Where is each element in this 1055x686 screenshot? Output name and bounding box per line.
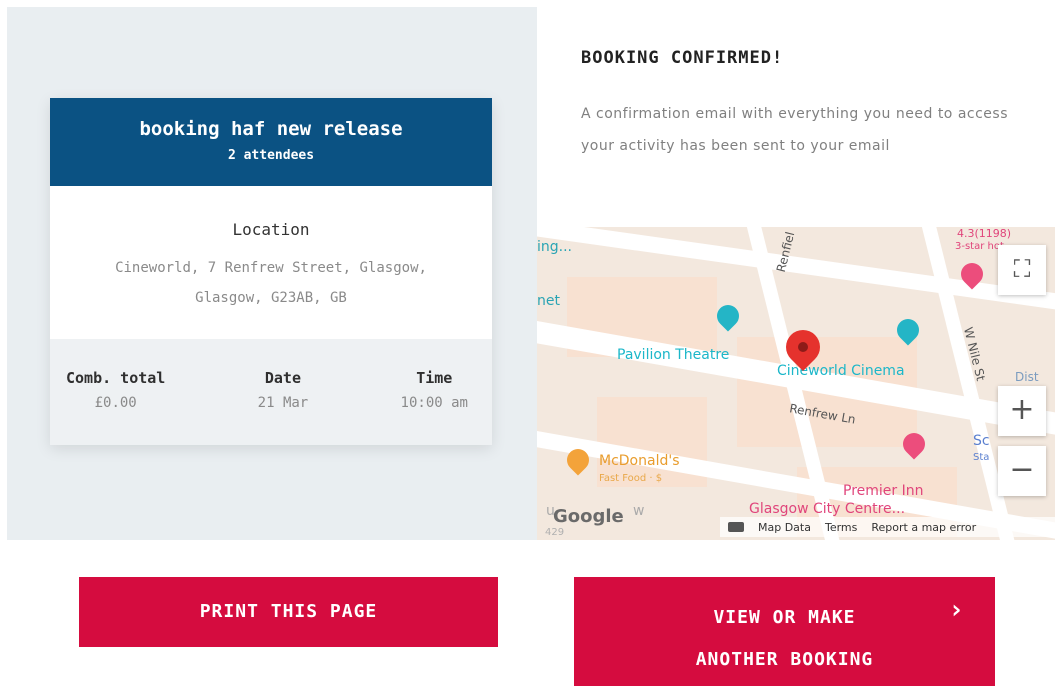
map-label-edge: Sta — [973, 452, 990, 463]
map-label-edge: 429 — [545, 527, 565, 538]
chevron-right-icon: › — [948, 595, 965, 625]
view-button-label: VIEW OR MAKE ANOTHER BOOKING — [574, 597, 995, 681]
terms-link[interactable]: Terms — [825, 521, 857, 534]
google-logo[interactable]: Google — [553, 506, 624, 527]
map-footer: Map Data Terms Report a map error — [720, 517, 1055, 537]
report-error-link[interactable]: Report a map error — [871, 521, 976, 534]
detail-date: Date 21 Mar — [258, 339, 309, 445]
map-data-link[interactable]: Map Data — [758, 521, 811, 534]
booking-details-row: Comb. total £0.00 Date 21 Mar Time 10:00… — [50, 339, 492, 445]
fullscreen-icon[interactable]: ⛶ — [998, 245, 1046, 295]
print-page-button[interactable]: PRINT THIS PAGE — [79, 577, 498, 647]
time-value: 10:00 am — [400, 395, 468, 411]
detail-total: Comb. total £0.00 — [66, 339, 165, 445]
attendees-count: 2 attendees — [227, 148, 315, 163]
poi-sub-premier: Glasgow City Centre... — [749, 501, 906, 517]
map-label-edge: ing... — [537, 239, 572, 255]
poi-label-pavilion: Pavilion Theatre — [617, 347, 730, 363]
address-line-2: Glasgow, G23AB, GB — [195, 290, 347, 306]
map-label-edge: Sc — [973, 433, 990, 449]
detail-time: Time 10:00 am — [401, 339, 468, 445]
address-line-1: Cineworld, 7 Renfrew Street, Glasgow, — [115, 260, 427, 276]
theatre-pin-icon[interactable] — [712, 300, 744, 332]
view-button-line-2: ANOTHER BOOKING — [695, 649, 874, 670]
booking-card: booking haf new release 2 attendees Loca… — [50, 98, 492, 445]
confirmation-title: BOOKING CONFIRMED! — [581, 48, 784, 68]
location-map[interactable]: ing... net Renfiel W Nile St Renfrew Ln … — [537, 227, 1055, 540]
booking-title: booking haf new release — [139, 118, 403, 140]
zoom-out-button[interactable]: − — [998, 446, 1046, 496]
map-label-edge: net — [537, 293, 560, 309]
poi-rating-sub: 3-star hot — [955, 241, 1004, 252]
time-label: Time — [416, 369, 453, 387]
total-label: Comb. total — [66, 369, 166, 387]
location-label: Location — [232, 220, 310, 239]
date-value: 21 Mar — [257, 395, 309, 411]
map-label-edge: Dist — [1015, 370, 1039, 384]
poi-label-cineworld: Cineworld Cinema — [777, 363, 905, 379]
view-button-line-1: VIEW OR MAKE — [713, 607, 856, 628]
booking-card-header: booking haf new release 2 attendees — [50, 98, 492, 186]
poi-label-premier: Premier Inn — [843, 483, 924, 499]
keyboard-icon[interactable] — [728, 522, 744, 532]
location-section: Location Cineworld, 7 Renfrew Street, Gl… — [50, 186, 492, 339]
map-label-edge: w — [633, 503, 645, 519]
location-address: Cineworld, 7 Renfrew Street, Glasgow, Gl… — [50, 253, 492, 313]
confirmation-message: A confirmation email with everything you… — [581, 106, 1008, 154]
date-label: Date — [264, 369, 301, 387]
poi-label-mcdonalds: McDonald's — [599, 453, 680, 469]
total-value: £0.00 — [94, 395, 137, 411]
poi-rating: 4.3(1198) — [957, 227, 1012, 240]
zoom-in-button[interactable]: + — [998, 386, 1046, 436]
poi-sub-mcdonalds: Fast Food · $ — [599, 473, 663, 484]
view-or-make-booking-button[interactable]: VIEW OR MAKE ANOTHER BOOKING › — [574, 577, 995, 686]
